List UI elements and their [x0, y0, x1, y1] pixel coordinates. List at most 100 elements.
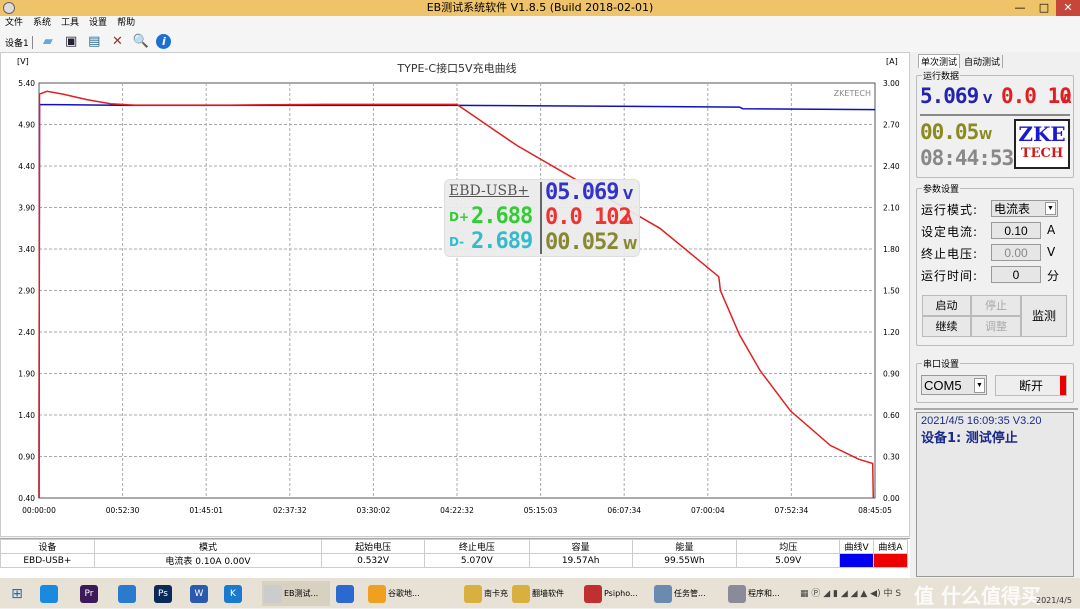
close-button[interactable]: ✕ — [1056, 0, 1080, 16]
toolbar: 设备1 ▰ ▣ ▤ ✕ 🔍 i — [0, 31, 1080, 52]
taskbar-item-label: EB测试... — [284, 589, 319, 598]
taskbar-item[interactable]: 南卡充... — [462, 581, 508, 606]
y2-tick-label: 1.20 — [883, 328, 900, 337]
connection-indicator — [1060, 376, 1066, 395]
set-current-label: 设定电流: — [921, 225, 979, 239]
run-time-input[interactable]: 0 — [991, 266, 1041, 283]
tab-auto-test[interactable]: 自动测试 — [962, 55, 1004, 68]
chevron-down-icon[interactable]: ▼ — [974, 378, 985, 393]
overlay-power: 00.052 — [545, 230, 619, 255]
time-display: 08:44:53 — [920, 146, 1014, 170]
y2-tick-label: 3.00 — [883, 79, 900, 88]
serial-group: 串口设置 COM5 ▼ 断开 — [916, 357, 1074, 403]
curve-a-color[interactable] — [873, 553, 908, 568]
x-tick-label: 04:22:32 — [440, 506, 474, 515]
run-time-unit: 分 — [1047, 269, 1061, 283]
start-button[interactable]: 启动 — [922, 295, 971, 316]
app-icon[interactable] — [3, 2, 15, 14]
menu-file[interactable]: 文件 — [0, 16, 28, 31]
y2-tick-label: 2.40 — [883, 162, 900, 171]
search-icon[interactable]: 🔍 — [132, 33, 150, 50]
save-icon[interactable]: ▣ — [62, 33, 80, 50]
overlay-v-unit: V — [623, 188, 634, 203]
divider — [920, 114, 1070, 116]
app-icon — [368, 584, 386, 603]
x-tick-label: 02:37:32 — [273, 506, 307, 515]
device-selector[interactable]: 设备1 — [5, 36, 33, 49]
mode-value: 电流表 — [994, 202, 1031, 216]
minimize-button[interactable]: — — [1008, 0, 1032, 16]
set-current-input[interactable]: 0.10 — [991, 222, 1041, 239]
maximize-button[interactable]: □ — [1032, 0, 1056, 16]
taskbar-item[interactable] — [116, 581, 140, 606]
taskbar-item[interactable]: 谷歌地... — [366, 581, 456, 606]
taskbar-item[interactable]: Ps — [152, 581, 176, 606]
taskbar-item[interactable]: 程序和... — [726, 581, 796, 606]
menu-help[interactable]: 帮助 — [112, 16, 140, 31]
taskbar-item[interactable]: Psipho... — [582, 581, 646, 606]
taskbar-item[interactable] — [334, 581, 358, 606]
status-box: 2021/4/5 16:09:35 V3.20 设备1: 测试停止 — [916, 412, 1074, 577]
taskbar-item[interactable] — [38, 581, 62, 606]
system-tray[interactable]: ▦ Ⓟ ◢ ▮ ◢ ◢ ▲ ◀) 中 S — [800, 586, 901, 599]
dplus-value: 2.688 — [471, 204, 533, 229]
col-curve-a: 曲线A — [873, 539, 908, 554]
tab-single-test[interactable]: 单次测试 — [918, 54, 961, 68]
x-tick-label: 08:45:05 — [858, 506, 892, 515]
taskbar-item[interactable]: K — [222, 581, 246, 606]
taskbar-item[interactable]: EB测试... — [262, 581, 330, 606]
y-tick-label: 5.40 — [18, 79, 35, 88]
charge-curve-chart: TYPE-C接口5V充电曲线 [V] [A] ZKETECH 5.40 3.00 4.90 2… — [17, 57, 900, 515]
menu-system[interactable]: 系统 — [28, 16, 56, 31]
adjust-button[interactable]: 调整 — [971, 316, 1021, 337]
menu-bar: 文件 系统 工具 设置 帮助 — [0, 16, 1080, 31]
continue-button[interactable]: 继续 — [922, 316, 971, 337]
taskbar-item[interactable]: Pr — [78, 581, 102, 606]
overlay-device: EBD-USB+ — [449, 183, 530, 199]
x-tick-label: 01:45:01 — [189, 506, 223, 515]
table-row[interactable]: EBD-USB+ 电流表 0.10A 0.00V 0.532V 5.070V 1… — [0, 553, 908, 568]
x-tick-label: 00:00:00 — [22, 506, 56, 515]
app-icon — [728, 584, 746, 603]
clock[interactable]: 2021/4/5 — [1036, 596, 1072, 605]
voltage-unit: V — [983, 92, 993, 106]
run-time-label: 运行时间: — [921, 269, 979, 283]
app-icon — [464, 584, 482, 603]
current-unit: A — [1062, 92, 1072, 106]
mode-select[interactable]: 电流表 ▼ — [991, 200, 1058, 217]
voltage-display: 5.069 — [920, 84, 979, 108]
menu-settings[interactable]: 设置 — [84, 16, 112, 31]
monitor-button[interactable]: 监测 — [1021, 295, 1067, 337]
port-select[interactable]: COM5 ▼ — [921, 375, 987, 395]
chevron-down-icon[interactable]: ▼ — [1045, 202, 1056, 215]
curve-v-color[interactable] — [839, 553, 875, 568]
app-icon — [264, 584, 282, 603]
x-tick-label: 03:30:02 — [357, 506, 391, 515]
power-display: 00.05 — [920, 120, 979, 144]
start-button[interactable]: ⊞ — [6, 581, 28, 606]
y2-tick-label: 1.80 — [883, 245, 900, 254]
watermark: 值 什么值得买 — [914, 584, 1041, 608]
app-icon — [118, 584, 136, 603]
window-title: EB测试系统软件 V1.8.5 (Build 2018-02-01) — [426, 1, 654, 14]
x-tick-label: 07:52:34 — [775, 506, 809, 515]
info-icon[interactable]: i — [155, 33, 173, 50]
y2-tick-label: 2.70 — [883, 121, 900, 130]
taskbar-item[interactable]: 翻墙软件 — [510, 581, 578, 606]
taskbar-item[interactable]: 任务管... — [652, 581, 722, 606]
table-header-row: 设备 模式 起始电压 终止电压 容量 能量 均压 曲线V 曲线A — [0, 539, 908, 554]
tools-icon[interactable]: ✕ — [108, 33, 126, 50]
y-tick-label: 3.90 — [18, 204, 35, 213]
chart-image-icon[interactable]: ▤ — [85, 33, 103, 50]
y-tick-label: 2.40 — [18, 328, 35, 337]
col-energy: 能量 — [631, 539, 738, 554]
menu-tools[interactable]: 工具 — [56, 16, 84, 31]
stop-button[interactable]: 停止 — [971, 295, 1021, 316]
end-voltage-input[interactable]: 0.00 — [991, 244, 1041, 261]
disconnect-label: 断开 — [1018, 379, 1043, 393]
dplus-label: D+ — [449, 210, 470, 224]
open-folder-icon[interactable]: ▰ — [39, 33, 57, 50]
taskbar-item[interactable]: W — [188, 581, 212, 606]
disconnect-button[interactable]: 断开 — [995, 375, 1067, 396]
col-end-voltage: 终止电压 — [423, 539, 530, 554]
